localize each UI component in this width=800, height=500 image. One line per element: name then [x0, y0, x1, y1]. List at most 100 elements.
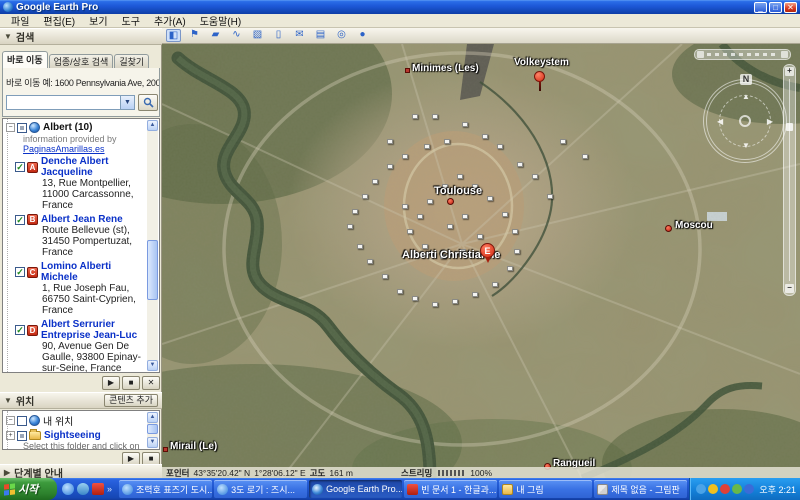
task-button[interactable]: 내 그림 [499, 480, 592, 498]
messenger-quicklaunch-icon[interactable] [77, 483, 89, 495]
add-content-button[interactable]: 콘텐츠 추가 [104, 394, 158, 407]
start-button[interactable]: 시작 [0, 478, 57, 500]
result-checkbox[interactable] [15, 267, 25, 277]
add-placemark-icon[interactable]: ⚑ [187, 29, 202, 42]
scrollbar-thumb[interactable] [147, 424, 158, 434]
result-checkbox[interactable] [15, 215, 25, 225]
add-image-overlay-icon[interactable]: ▧ [250, 29, 265, 42]
tray-clock[interactable]: 오후 2:21 [756, 483, 796, 496]
compass-hub[interactable] [739, 115, 751, 127]
search-panel-header[interactable]: ▼ 검색 [0, 28, 162, 45]
print-icon[interactable]: ▤ [313, 29, 328, 42]
places-tree[interactable]: − 내 위치 + Sightseeing Select this folder … [2, 410, 160, 450]
tray-messenger-icon[interactable] [708, 484, 718, 494]
search-tab[interactable]: 바로 이동 [2, 51, 48, 68]
pan-left-icon[interactable]: ◀ [717, 117, 723, 126]
zoom-in-button[interactable]: + [785, 67, 794, 76]
my-places-row[interactable]: − 내 위치 [6, 413, 159, 428]
north-button[interactable]: N [740, 74, 752, 85]
search-result-row[interactable]: D Albert Serrurier Entreprise Jean-Luc 9… [15, 319, 149, 373]
result-name[interactable]: Lomino Alberti Michele [41, 261, 149, 283]
search-tab[interactable]: 길찾기 [114, 54, 149, 68]
scroll-up-icon[interactable]: ▲ [147, 120, 158, 131]
places-scrollbar[interactable]: ▲ ▼ [147, 412, 158, 448]
tray-network-icon[interactable] [696, 484, 706, 494]
search-result-group[interactable]: − Albert (10) [6, 122, 149, 133]
places-panel-header[interactable]: ▼ 위치 콘텐츠 추가 [0, 392, 162, 409]
provider-link[interactable]: PaginasAmarillas.es [23, 144, 149, 154]
zoom-slider[interactable]: + − [783, 64, 796, 296]
zoom-track[interactable] [789, 79, 790, 281]
clear-results-button[interactable]: ✕ [142, 376, 160, 390]
map-viewport[interactable]: Minimes (Les) Volkeystem Toulouse Moscou… [162, 44, 800, 478]
result-name[interactable]: Albert Jean Rene [41, 214, 123, 225]
alberti-christianne-balloon-marker[interactable]: E [480, 243, 495, 258]
ruler-icon[interactable]: ▯ [271, 29, 286, 42]
scrollbar-thumb[interactable] [147, 240, 158, 300]
task-button[interactable]: 조력호 표즈기 도시... [119, 480, 212, 498]
minimes-marker[interactable] [405, 68, 410, 73]
tray-update-icon[interactable] [732, 484, 742, 494]
result-checkbox[interactable] [15, 162, 25, 172]
menu-item[interactable]: 추가(A) [147, 13, 193, 28]
task-button[interactable]: 빈 문서 1 - 한글과... [404, 480, 497, 498]
results-scrollbar[interactable]: ▲ ▼ [147, 120, 158, 371]
result-name[interactable]: Albert Serrurier Entreprise Jean-Luc [41, 319, 149, 341]
expander-icon[interactable]: − [6, 123, 15, 132]
moscou-marker[interactable] [665, 225, 672, 232]
search-result-row[interactable]: C Lomino Alberti Michele 1, Rue Joseph F… [15, 261, 149, 316]
group-checkbox[interactable] [17, 123, 27, 133]
scroll-down-icon[interactable]: ▼ [147, 360, 158, 371]
sightseeing-row[interactable]: + Sightseeing [6, 430, 159, 441]
email-icon[interactable]: ✉ [292, 29, 307, 42]
flyto-input[interactable] [6, 95, 121, 110]
menu-item[interactable]: 파일 [4, 13, 36, 28]
add-path-icon[interactable]: ∿ [229, 29, 244, 42]
volkeystem-pushpin-marker[interactable] [534, 71, 545, 82]
menu-item[interactable]: 편집(E) [36, 13, 82, 28]
flyto-dropdown-button[interactable]: ▼ [121, 95, 135, 110]
minimize-button[interactable]: _ [754, 2, 767, 13]
maximize-button[interactable]: □ [769, 2, 782, 13]
task-button[interactable]: 제목 없음 - 그림판 [594, 480, 687, 498]
sightseeing-checkbox[interactable] [17, 431, 27, 441]
search-result-row[interactable]: A Denche Albert Jacqueline 13, Rue Montp… [15, 156, 149, 211]
result-checkbox[interactable] [15, 325, 25, 335]
result-name[interactable]: Denche Albert Jacqueline [41, 156, 149, 178]
sightseeing-label[interactable]: Sightseeing [44, 430, 101, 441]
stop-tour-button[interactable]: ■ [122, 376, 140, 390]
sky-icon[interactable]: ● [355, 29, 370, 42]
tilt-left-button[interactable] [697, 51, 704, 58]
task-button[interactable]: Google Earth Pro... [309, 480, 402, 498]
scroll-up-icon[interactable]: ▲ [147, 412, 158, 423]
tilt-track[interactable] [707, 53, 778, 56]
close-button[interactable]: ✕ [784, 2, 797, 13]
compass-navigator[interactable]: N ▲ ▼ ◀ ▶ [703, 79, 787, 163]
menu-item[interactable]: 도구 [115, 13, 147, 28]
tray-volume-icon[interactable] [744, 484, 754, 494]
tilt-right-button[interactable] [781, 51, 788, 58]
search-results-list[interactable]: − Albert (10) information provided by Pa… [2, 118, 160, 373]
zoom-thumb[interactable] [786, 123, 793, 131]
add-polygon-icon[interactable]: ▰ [208, 29, 223, 42]
sidebar-toggle-icon[interactable]: ◧ [166, 29, 181, 42]
title-bar[interactable]: Google Earth Pro _ □ ✕ [0, 0, 800, 14]
search-tab[interactable]: 업종/상호 검색 [49, 54, 114, 68]
view-in-google-maps-icon[interactable]: ◎ [334, 29, 349, 42]
play-tour-button[interactable]: ▶ [102, 376, 120, 390]
scroll-down-icon[interactable]: ▼ [147, 437, 158, 448]
quicklaunch-more-chevron[interactable]: » [107, 484, 112, 494]
menu-item[interactable]: 도움말(H) [193, 13, 248, 28]
search-result-row[interactable]: B Albert Jean Rene Route Bellevue (st), … [15, 214, 149, 258]
hwp-quicklaunch-icon[interactable] [92, 483, 104, 495]
ie-quicklaunch-icon[interactable] [62, 483, 74, 495]
pan-right-icon[interactable]: ▶ [767, 117, 773, 126]
mirail-marker[interactable] [163, 447, 168, 452]
pan-down-icon[interactable]: ▼ [742, 141, 750, 150]
pan-up-icon[interactable]: ▲ [742, 92, 750, 101]
tray-security-icon[interactable] [720, 484, 730, 494]
task-button[interactable]: 3도 로기 : 즈시... [214, 480, 307, 498]
toulouse-marker[interactable] [447, 198, 454, 205]
tilt-slider[interactable] [694, 49, 791, 60]
my-places-checkbox[interactable] [17, 416, 27, 426]
